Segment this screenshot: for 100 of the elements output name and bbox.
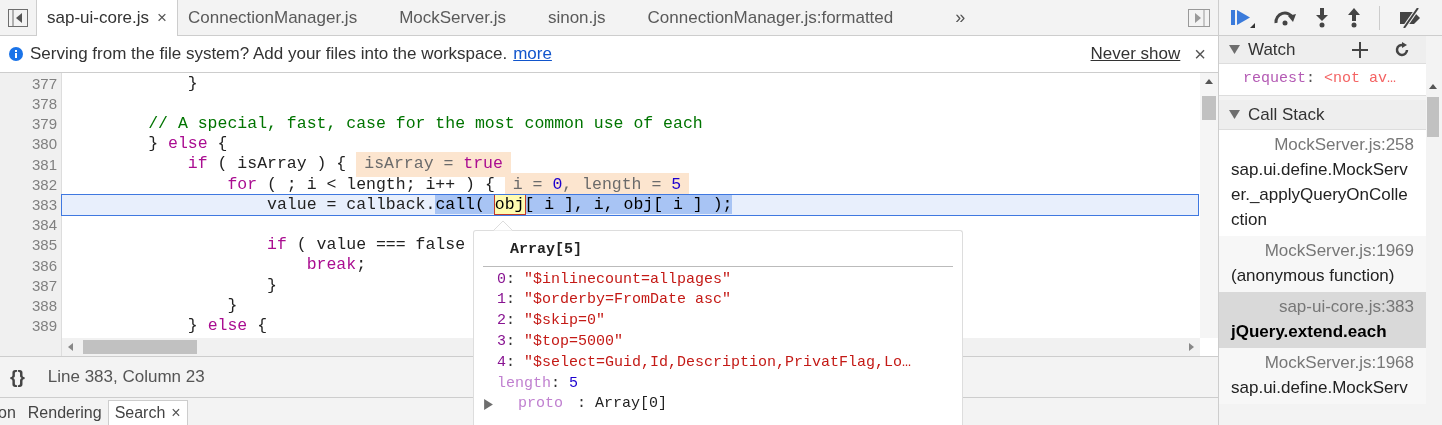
close-icon[interactable]: × — [157, 5, 167, 31]
code-line: } else { — [186, 314, 268, 337]
scroll-up-icon[interactable] — [1205, 79, 1213, 84]
popover-title: Array[5] — [510, 241, 582, 258]
step-into-icon[interactable] — [1315, 7, 1329, 28]
line-number: 380 — [31, 134, 57, 155]
tab-label: sap-ui-core.js — [47, 7, 150, 30]
frame-location: MockServer.js:1968 — [1263, 352, 1414, 374]
drawer-tab[interactable]: Rendering — [21, 400, 108, 425]
call-frame[interactable]: MockServer.js:258 sap.ui.define.MockServer._applyQueryOnCollection — [1219, 130, 1426, 236]
frame-location: MockServer.js:258 — [1273, 134, 1414, 156]
line-number: 388 — [31, 295, 57, 316]
code-line: } — [266, 274, 277, 297]
tab-label: ConnectionManager.js — [188, 6, 358, 29]
close-icon[interactable]: × — [171, 401, 181, 425]
more-tabs-button[interactable]: » — [955, 4, 966, 31]
code-line: } — [186, 73, 198, 95]
cursor-position: Line 383, Column 23 — [47, 366, 205, 389]
step-out-icon[interactable] — [1347, 7, 1361, 28]
step-over-icon[interactable] — [1273, 9, 1297, 26]
code-line: if ( value === false — [266, 234, 466, 257]
line-number: 383 — [31, 194, 57, 215]
watch-separator: : — [1306, 69, 1316, 90]
info-icon — [9, 47, 23, 61]
frame-name: jQuery.extend.each — [1231, 321, 1388, 343]
scroll-left-icon[interactable] — [68, 343, 73, 351]
colon: : — [577, 394, 587, 415]
scroll-right-icon[interactable] — [1189, 343, 1194, 351]
property-name: 1 — [497, 290, 506, 311]
collapse-triangle-icon[interactable] — [1229, 44, 1240, 55]
code-line: // A special, fast, case for the most common use of each — [147, 113, 703, 136]
watch-value: <not av… — [1324, 69, 1397, 90]
colon: : — [506, 269, 516, 290]
tab-label: MockServer.js — [399, 6, 506, 29]
expand-triangle-icon[interactable] — [483, 399, 494, 411]
resume-icon[interactable] — [1231, 7, 1255, 28]
add-icon[interactable] — [1352, 41, 1368, 58]
editor-tab[interactable]: ConnectionManager.js — [178, 0, 368, 35]
sidebar-toggle-icon[interactable] — [1188, 8, 1210, 27]
code-line: break; — [305, 254, 367, 277]
line-number: 382 — [31, 174, 57, 195]
drawer-tab[interactable]: Search × — [107, 400, 188, 425]
line-number: 387 — [31, 275, 57, 296]
scrollbar-thumb[interactable] — [1202, 96, 1216, 120]
line-number: 389 — [31, 316, 57, 337]
line-number: 386 — [31, 255, 57, 276]
frame-location: MockServer.js:1969 — [1263, 240, 1414, 262]
line-number: 377 — [31, 73, 57, 94]
line-number: 378 — [31, 94, 57, 115]
editor-tab[interactable]: ConnectionManager.js:formatted — [637, 0, 904, 35]
tab-label: Search — [114, 403, 166, 423]
property-name: 2 — [497, 311, 506, 332]
frame-name: sap.ui.define.MockServer._applyQueryOnCollection — [1231, 159, 1409, 231]
never-show-link[interactable]: Never show — [1090, 41, 1181, 67]
property-name: 4 — [497, 352, 506, 373]
line-number: 385 — [31, 235, 57, 256]
property-value: Array[0] — [595, 394, 668, 415]
frame-name: (anonymous function) — [1231, 265, 1396, 287]
scroll-up-icon[interactable] — [1429, 84, 1437, 89]
property-name: proto — [518, 394, 563, 415]
collapse-triangle-icon[interactable] — [1229, 109, 1240, 120]
call-frame[interactable]: MockServer.js:1969 (anonymous function) — [1219, 236, 1426, 292]
info-message: Serving from the file system? Add your files into the workspace. — [30, 43, 508, 66]
close-button[interactable]: × — [1194, 39, 1206, 69]
tab-label: ConnectionManager.js:formatted — [647, 6, 894, 29]
property-value: "$inlinecount=allpages" — [524, 269, 732, 290]
colon: : — [506, 352, 516, 373]
pretty-print-button[interactable]: {} — [10, 362, 25, 392]
call-frame[interactable]: MockServer.js:1968 sap.ui.define.MockServ — [1219, 348, 1426, 404]
frame-name: sap.ui.define.MockServ — [1231, 377, 1409, 399]
code-line: } else { — [147, 133, 228, 156]
property-value: "$skip=0" — [524, 311, 606, 332]
colon: : — [551, 373, 561, 394]
colon: : — [506, 332, 516, 353]
sidebar-toggle-icon — [8, 8, 28, 27]
line-number: 379 — [31, 114, 57, 135]
colon: : — [506, 290, 516, 311]
line-number: 381 — [31, 154, 57, 175]
scrollbar-thumb[interactable] — [83, 340, 197, 354]
property-name: length — [497, 373, 551, 394]
refresh-icon[interactable] — [1394, 41, 1410, 58]
editor-tab[interactable]: MockServer.js — [389, 0, 516, 35]
watch-name: request — [1243, 69, 1306, 90]
property-name: 0 — [497, 269, 506, 290]
property-value: 5 — [569, 373, 579, 394]
frame-location: sap-ui-core.js:383 — [1277, 296, 1414, 318]
code-line: if ( isArray ) { — [186, 153, 347, 176]
editor-tab[interactable]: sinon.js — [537, 0, 616, 35]
property-name: 3 — [497, 332, 506, 353]
property-value: "$top=5000" — [524, 332, 624, 353]
colon: : — [506, 311, 516, 332]
line-number: 384 — [31, 215, 57, 236]
call-frame[interactable]: sap-ui-core.js:383 jQuery.extend.each — [1219, 292, 1426, 348]
property-value: "$orderby=FromDate asc" — [524, 290, 732, 311]
editor-tab[interactable]: sap-ui-core.js × — [36, 0, 178, 36]
tab-label: Rendering — [27, 402, 102, 423]
tab-label: sinon.js — [547, 6, 606, 29]
inline-value: isArray = true — [356, 152, 511, 178]
scrollbar-thumb[interactable] — [1427, 97, 1439, 137]
more-link[interactable]: more — [513, 41, 552, 67]
